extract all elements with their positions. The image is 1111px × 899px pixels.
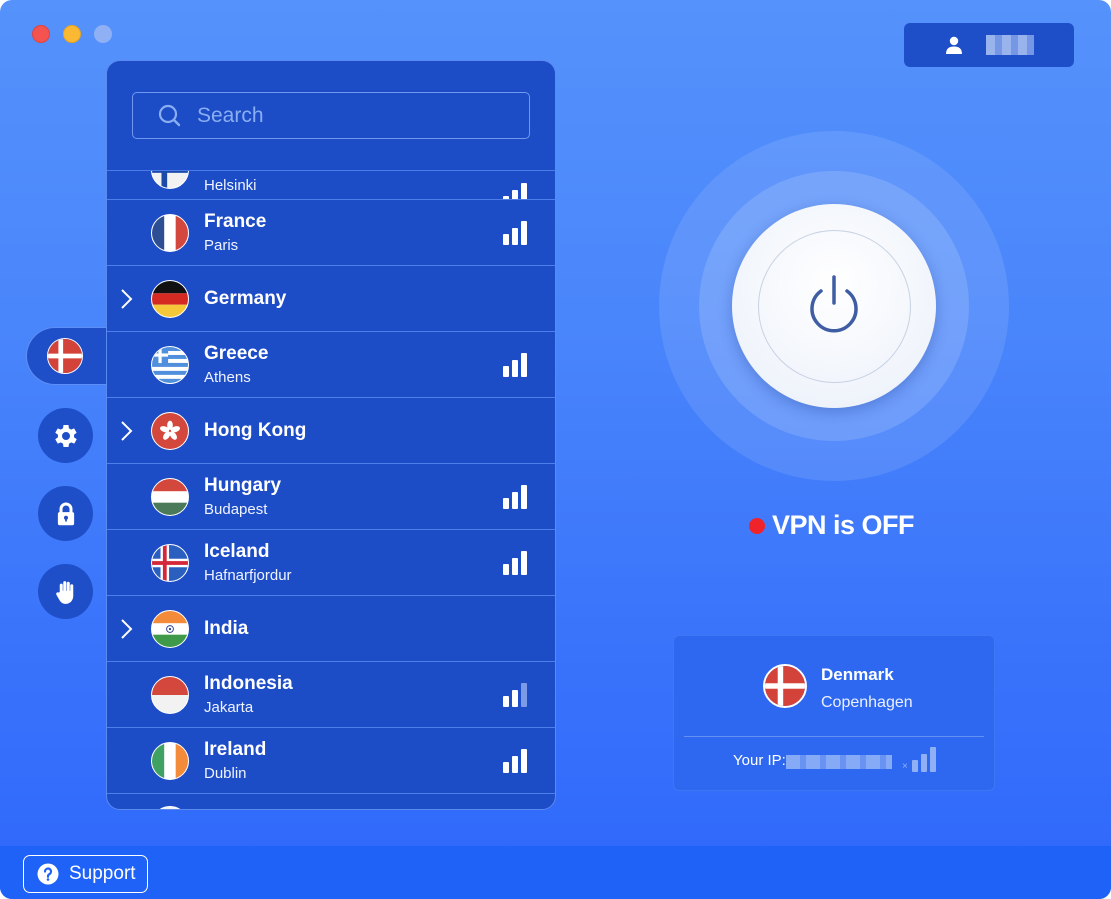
support-label: Support <box>69 863 136 884</box>
server-names: Ireland Dublin <box>204 739 266 783</box>
ip-label: Your IP: <box>733 752 786 769</box>
server-row-jakarta[interactable]: Indonesia Jakarta <box>107 662 555 728</box>
chevron-right-icon[interactable] <box>119 287 135 311</box>
vpn-app-window: Helsinki France Paris Germany Greece Athens Ho… <box>0 0 1111 899</box>
server-row-india[interactable]: India <box>107 596 555 662</box>
server-row-hafnarfjordur[interactable]: Iceland Hafnarfjordur <box>107 530 555 596</box>
current-location-card[interactable]: Denmark Copenhagen Your IP: × <box>673 635 995 791</box>
rail-item-privacy[interactable] <box>38 486 93 541</box>
signal-strength-icon <box>503 749 527 773</box>
server-names: Iceland Hafnarfjordur <box>204 541 292 585</box>
chevron-right-icon[interactable] <box>119 419 135 443</box>
server-names: India <box>204 618 248 640</box>
vpn-status-text: VPN is OFF <box>772 510 915 540</box>
server-names: Germany <box>204 288 286 310</box>
denmark-flag-icon <box>763 664 807 708</box>
server-list[interactable]: Helsinki France Paris Germany Greece Athens Ho… <box>107 171 555 809</box>
hungary-flag-icon <box>151 477 189 516</box>
account-name-redacted <box>986 35 1034 55</box>
status-dot-icon <box>749 517 765 534</box>
server-names: Helsinki <box>204 173 257 195</box>
minimize-window-button[interactable] <box>63 25 81 43</box>
server-row-hong-kong[interactable]: Hong Kong <box>107 398 555 464</box>
server-row-germany[interactable]: Germany <box>107 266 555 332</box>
window-controls <box>32 25 112 43</box>
iceland-flag-icon <box>151 543 189 582</box>
server-city: Paris <box>204 236 239 254</box>
account-button[interactable] <box>904 23 1074 67</box>
ip-signal-icon: × <box>902 747 936 772</box>
location-city: Copenhagen <box>821 694 913 711</box>
signal-strength-icon <box>503 353 527 377</box>
power-button-inner <box>757 229 911 383</box>
close-window-button[interactable] <box>32 25 50 43</box>
france-flag-icon <box>151 213 189 252</box>
maximize-window-button[interactable] <box>94 25 112 43</box>
server-row-budapest[interactable]: Hungary Budapest <box>107 464 555 530</box>
server-country: India <box>204 617 249 639</box>
greece-flag-icon <box>151 345 189 384</box>
server-names: Hong Kong <box>204 420 306 442</box>
server-city: Hafnarfjordur <box>204 566 292 584</box>
signal-strength-icon <box>503 683 527 707</box>
rail-item-blocker[interactable] <box>38 564 93 619</box>
location-divider <box>684 736 984 737</box>
support-button[interactable]: Support <box>23 855 148 893</box>
signal-strength-icon <box>503 551 527 575</box>
server-country: Ireland <box>204 738 267 760</box>
server-row-dublin[interactable]: Ireland Dublin <box>107 728 555 794</box>
server-country: Iceland <box>204 540 270 562</box>
gear-icon <box>54 424 77 447</box>
server-row-paris[interactable]: France Paris <box>107 200 555 266</box>
server-row-partial[interactable] <box>107 794 555 809</box>
ip-value-redacted <box>786 755 892 769</box>
signal-strength-icon <box>503 485 527 509</box>
server-list-panel: Helsinki France Paris Germany Greece Athens Ho… <box>106 60 556 810</box>
india-flag-icon <box>151 609 189 648</box>
server-names: France Paris <box>204 211 266 255</box>
rail-item-locations[interactable] <box>26 327 108 385</box>
search-input[interactable] <box>197 103 497 128</box>
flag-icon <box>151 806 189 809</box>
server-names: Greece Athens <box>204 343 268 387</box>
hand-icon <box>55 580 73 604</box>
server-country: Germany <box>204 287 287 309</box>
signal-strength-icon <box>503 183 527 199</box>
search-icon <box>158 104 181 126</box>
search-box[interactable] <box>132 92 530 139</box>
chevron-right-icon[interactable] <box>119 617 135 641</box>
vpn-status: VPN is OFF <box>749 510 915 541</box>
lock-icon <box>57 502 74 525</box>
server-city: Helsinki <box>204 177 257 194</box>
bottom-bar <box>0 846 1111 899</box>
help-icon <box>37 863 59 885</box>
server-country: Greece <box>204 342 269 364</box>
power-button[interactable] <box>732 204 936 408</box>
power-icon <box>810 275 858 333</box>
server-row-athens[interactable]: Greece Athens <box>107 332 555 398</box>
server-country: France <box>204 210 267 232</box>
server-row-helsinki[interactable]: Helsinki <box>107 171 555 200</box>
signal-strength-icon <box>503 221 527 245</box>
server-city: Jakarta <box>204 698 254 716</box>
server-country: Indonesia <box>204 672 293 694</box>
location-country: Denmark <box>821 665 894 684</box>
server-names: Hungary Budapest <box>204 475 281 519</box>
hongkong-flag-icon <box>151 411 189 450</box>
ireland-flag-icon <box>151 741 189 780</box>
rail-item-settings[interactable] <box>38 408 93 463</box>
server-names: Indonesia Jakarta <box>204 673 293 717</box>
denmark-flag-icon <box>47 338 83 374</box>
finland-flag-icon <box>151 171 189 189</box>
server-country: Hong Kong <box>204 419 307 441</box>
indonesia-flag-icon <box>151 675 189 714</box>
user-icon <box>946 36 962 54</box>
germany-flag-icon <box>151 279 189 318</box>
server-country: Hungary <box>204 474 282 496</box>
search-area <box>107 61 555 171</box>
server-city: Dublin <box>204 764 247 782</box>
server-city: Budapest <box>204 500 268 518</box>
server-city: Athens <box>204 368 251 386</box>
